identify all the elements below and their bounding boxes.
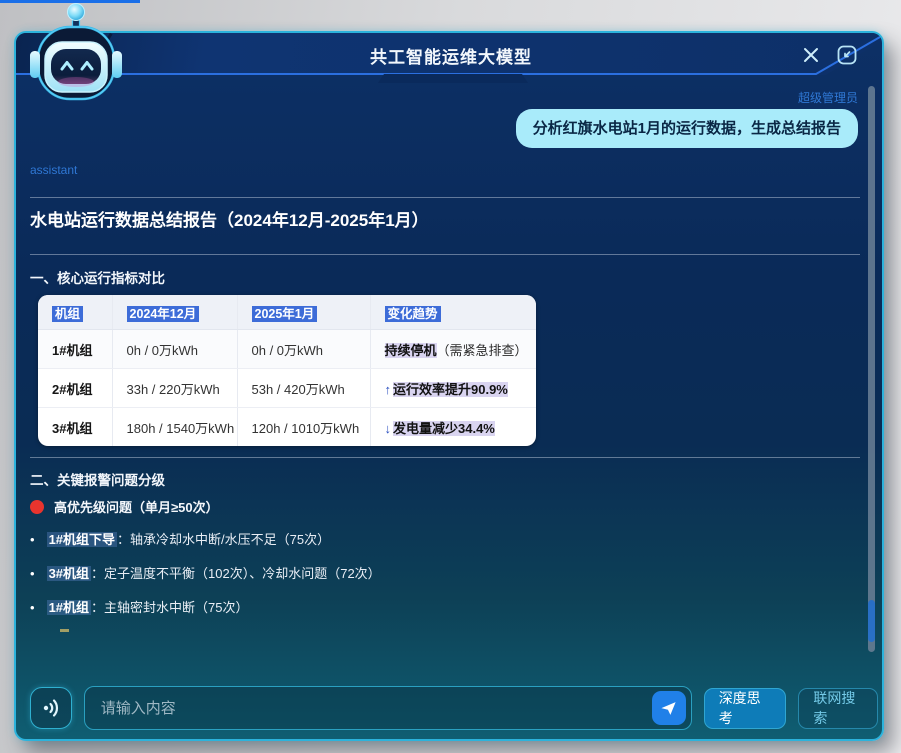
bullet-icon: •	[30, 600, 35, 615]
alert-unit: 1#机组下导	[47, 532, 117, 547]
voice-icon	[38, 695, 64, 721]
red-dot-icon	[30, 500, 44, 514]
dec-cell: 0h / 0万kWh	[112, 330, 237, 369]
alert-text: ：轴承冷却水中断/水压不足（75次）	[117, 532, 330, 547]
jan-cell: 0h / 0万kWh	[237, 330, 370, 369]
section2-heading: 二、关键报警问题分级	[30, 469, 165, 489]
col-header-trend: 变化趋势	[370, 295, 536, 330]
restore-window-icon	[836, 44, 858, 66]
jan-cell: 120h / 1010万kWh	[237, 408, 370, 447]
trend-cell: ↑运行效率提升90.9%	[370, 369, 536, 408]
close-button[interactable]	[798, 42, 824, 68]
robot-mascot-icon	[26, 1, 126, 105]
down-arrow-icon: ↓	[385, 421, 392, 436]
col-header-dec2024: 2024年12月	[112, 295, 237, 330]
voice-input-button[interactable]	[30, 687, 72, 729]
send-plane-icon	[659, 699, 678, 718]
report-title: 水电站运行数据总结报告（2024年12月-2025年1月）	[30, 206, 429, 231]
alert-item: • 1#机组：主轴密封水中断（75次）	[30, 597, 249, 616]
bullet-icon: •	[30, 532, 35, 547]
col-header-jan2025: 2025年1月	[237, 295, 370, 330]
bullet-icon: •	[30, 566, 35, 581]
up-arrow-icon: ↑	[385, 382, 392, 397]
web-search-button[interactable]: 联网搜索	[798, 688, 878, 729]
table-row: 3#机组 180h / 1540万kWh 120h / 1010万kWh ↓发电…	[38, 408, 536, 447]
user-role-label: 超级管理员	[798, 89, 858, 106]
trend-cell: 持续停机（需紧急排查）	[370, 330, 536, 369]
alert-unit: 3#机组	[47, 566, 91, 581]
metrics-table: 机组 2024年12月 2025年1月 变化趋势 1#机组 0h / 0万kWh…	[38, 295, 536, 446]
unit-cell: 3#机组	[38, 408, 112, 447]
composer-bar: 深度思考 联网搜索	[30, 686, 878, 730]
table-row: 1#机组 0h / 0万kWh 0h / 0万kWh 持续停机（需紧急排查）	[38, 330, 536, 369]
send-button[interactable]	[652, 691, 686, 725]
streaming-cursor	[60, 629, 69, 632]
scrollbar-thumb[interactable]	[868, 600, 875, 642]
alert-unit: 1#机组	[47, 600, 91, 615]
chat-window: 共工智能运维大模型 超级管理员 分析红旗水电站1月的运行数据，生成总结报告 as…	[14, 31, 884, 741]
close-icon	[801, 45, 821, 65]
unit-cell: 1#机组	[38, 330, 112, 369]
assistant-role-label: assistant	[30, 163, 77, 177]
section1-heading: 一、核心运行指标对比	[30, 267, 165, 287]
dec-cell: 180h / 1540万kWh	[112, 408, 237, 447]
priority-row: 高优先级问题（单月≥50次）	[30, 497, 219, 516]
alert-text: ：主轴密封水中断（75次）	[91, 600, 248, 615]
divider	[30, 457, 860, 458]
table-row: 2#机组 33h / 220万kWh 53h / 420万kWh ↑运行效率提升…	[38, 369, 536, 408]
alert-item: • 3#机组：定子温度不平衡（102次）、冷却水问题（72次）	[30, 563, 381, 582]
alert-text: ：定子温度不平衡（102次）、冷却水问题（72次）	[91, 566, 381, 581]
priority-label: 高优先级问题（单月≥50次）	[54, 497, 219, 516]
restore-window-button[interactable]	[834, 42, 860, 68]
scrollbar[interactable]	[868, 86, 875, 652]
table-header-row: 机组 2024年12月 2025年1月 变化趋势	[38, 295, 536, 330]
jan-cell: 53h / 420万kWh	[237, 369, 370, 408]
user-message-bubble: 分析红旗水电站1月的运行数据，生成总结报告	[516, 109, 858, 148]
divider	[30, 254, 860, 255]
dec-cell: 33h / 220万kWh	[112, 369, 237, 408]
deep-think-button[interactable]: 深度思考	[704, 688, 787, 729]
divider	[30, 197, 860, 198]
message-input-wrap	[84, 686, 692, 730]
alert-item: • 1#机组下导：轴承冷却水中断/水压不足（75次）	[30, 529, 330, 548]
unit-cell: 2#机组	[38, 369, 112, 408]
col-header-unit: 机组	[38, 295, 112, 330]
page-title: 共工智能运维大模型	[16, 43, 886, 68]
header-notch	[378, 74, 528, 83]
message-input[interactable]	[84, 686, 692, 730]
trend-cell: ↓发电量减少34.4%	[370, 408, 536, 447]
